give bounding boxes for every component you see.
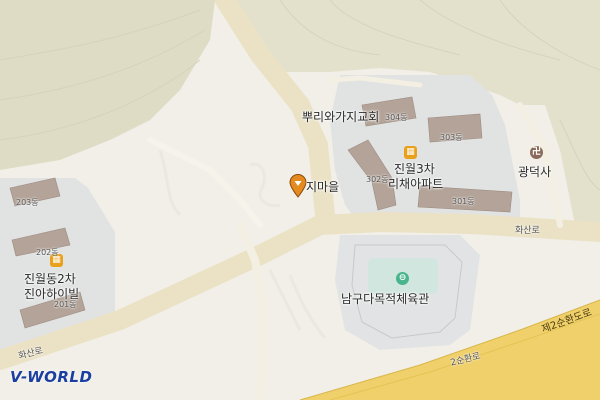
apartment-icon[interactable]: ▦ [404,146,417,159]
building-label: 302동 [366,175,389,184]
place-label-stadium[interactable]: 남구다목적체육관 [341,290,429,307]
place-label-village[interactable]: 지마을 [306,178,339,195]
building-label: 201동 [54,300,77,309]
building-label: 202동 [36,248,59,257]
building-label: 301동 [452,197,475,206]
forest-area-northwest [0,0,215,170]
building-label: 303동 [440,133,463,142]
building-label: 304동 [385,113,408,122]
map-base-layer [0,0,600,400]
place-label-richea-apartment[interactable]: 리채아파트 [388,175,443,192]
road-label-hwasan-east: 화산로 [515,226,540,236]
map-view[interactable]: ▦ ▦ ⊖ 卍 뿌리와가지교회 진월3차 리채아파트 지마을 진월동2차 진아하… [0,0,600,400]
sports-facility-icon[interactable]: ⊖ [396,272,409,285]
location-marker-icon[interactable] [289,174,307,198]
place-label-temple[interactable]: 광덕사 [518,163,551,180]
temple-icon[interactable]: 卍 [530,146,543,159]
place-label-church[interactable]: 뿌리와가지교회 [302,108,379,125]
building-label: 203동 [16,198,39,207]
vworld-logo: V-WORLD [10,368,93,386]
